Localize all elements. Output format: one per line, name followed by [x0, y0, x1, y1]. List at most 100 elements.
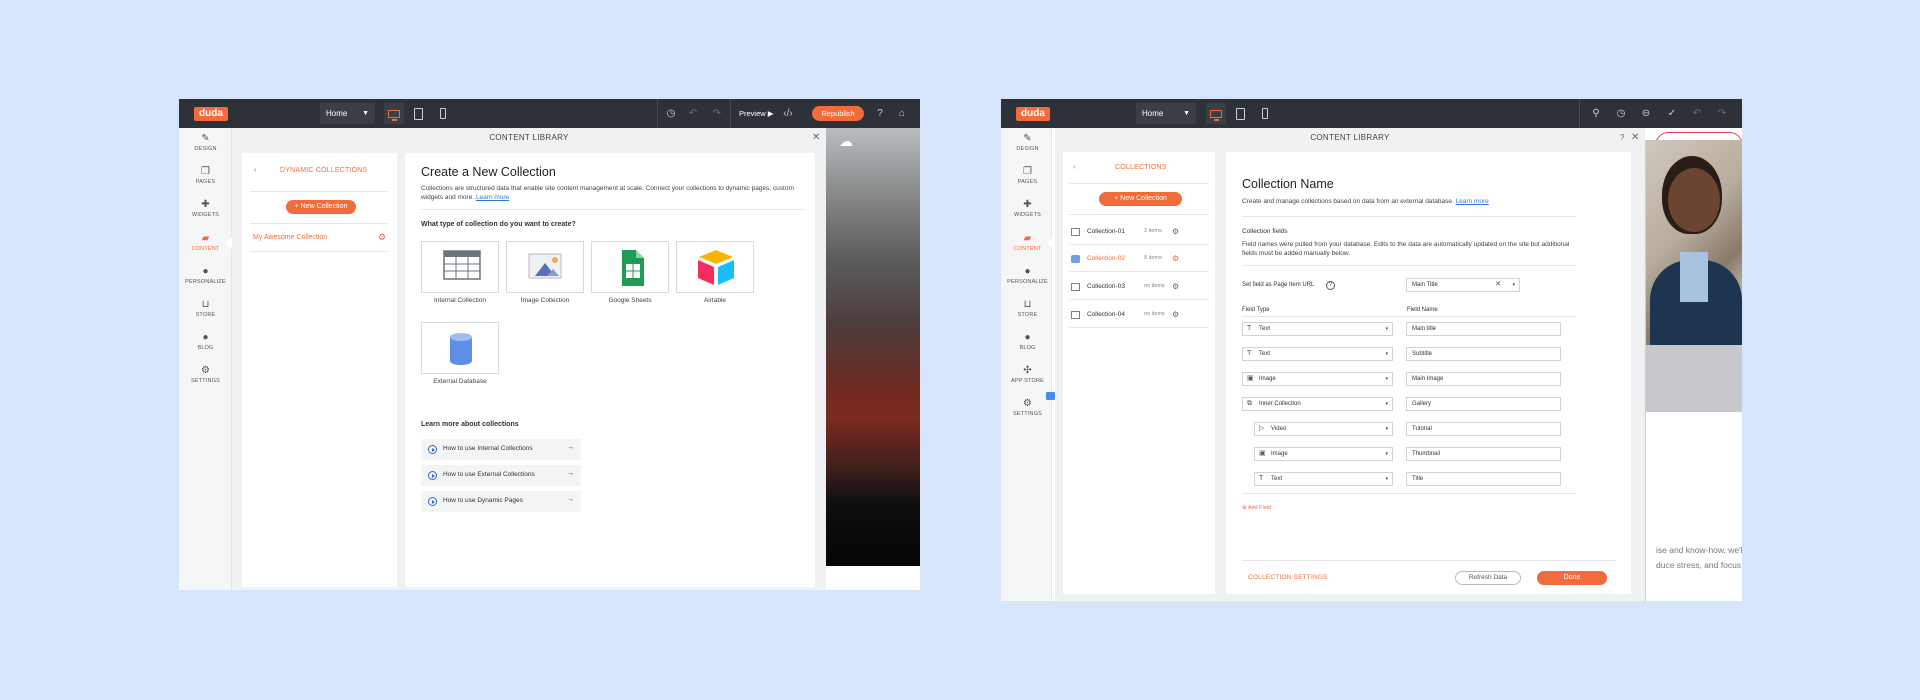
- undo-icon[interactable]: ↶: [682, 103, 704, 124]
- nav-design[interactable]: ✎ DESIGN: [179, 132, 232, 162]
- inner-field-type-select[interactable]: T Text ▾: [1254, 472, 1393, 486]
- refresh-data-button[interactable]: Refresh Data: [1455, 571, 1521, 585]
- gear-icon[interactable]: ⚙: [1172, 254, 1179, 263]
- nav-pages[interactable]: ❐ PAGES: [179, 165, 232, 195]
- plus-circle-icon: ⊕: [1242, 505, 1247, 511]
- clear-icon[interactable]: ✕: [1495, 279, 1501, 291]
- field-type-select[interactable]: T Text ▾: [1242, 322, 1393, 336]
- history-icon[interactable]: ◷: [660, 103, 682, 124]
- nav-label: WIDGETS: [191, 212, 220, 218]
- collection-row[interactable]: Collection-03 no items ⚙: [1071, 282, 1181, 294]
- text-type-icon: T: [1247, 325, 1252, 332]
- desktop-view-button[interactable]: [1206, 103, 1226, 124]
- redo-icon[interactable]: ↷: [706, 103, 728, 124]
- preview-button[interactable]: Preview ▶: [739, 103, 774, 124]
- card-label: Google Sheets: [608, 297, 652, 304]
- check-icon[interactable]: ✓: [1661, 103, 1683, 124]
- field-type-select[interactable]: ▣ Image ▾: [1242, 372, 1393, 386]
- page-url-select[interactable]: Main Title ✕ ▾: [1406, 278, 1520, 292]
- code-icon[interactable]: ‹/›: [777, 103, 799, 124]
- page-selector[interactable]: Home ▼: [1136, 103, 1196, 124]
- search-icon[interactable]: ⚲: [1585, 103, 1607, 124]
- folder-icon: ▰: [201, 233, 210, 244]
- republish-button[interactable]: Republish: [812, 106, 864, 121]
- home-icon[interactable]: ⌂: [891, 103, 913, 124]
- close-icon[interactable]: ✕: [1631, 133, 1639, 143]
- collection-item[interactable]: My Awesome Collection: [253, 234, 327, 241]
- collection-row[interactable]: Collection-01 2 items ⚙: [1071, 227, 1181, 239]
- inner-field-type-select[interactable]: ▣ Image ▾: [1254, 447, 1393, 461]
- collection-settings-link[interactable]: COLLECTION SETTINGS: [1248, 574, 1328, 581]
- image-collection-card[interactable]: [506, 241, 584, 293]
- tablet-view-button[interactable]: [1231, 103, 1251, 124]
- zoom-out-icon[interactable]: ⊖: [1635, 103, 1657, 124]
- field-name-input[interactable]: Gallery: [1406, 397, 1561, 411]
- gear-icon[interactable]: ⚙: [1172, 282, 1179, 291]
- field-type-value: Image: [1271, 451, 1288, 457]
- external-database-card[interactable]: [421, 322, 499, 374]
- collection-row[interactable]: Collection-04 no items ⚙: [1071, 310, 1181, 322]
- tablet-view-button[interactable]: [409, 103, 429, 124]
- field-name-input[interactable]: Title: [1406, 472, 1561, 486]
- field-name-input[interactable]: Subtitle: [1406, 347, 1561, 361]
- nav-personalize[interactable]: ● PERSONALIZE: [179, 265, 232, 295]
- nav-widgets[interactable]: ✚ WIDGETS: [179, 198, 232, 228]
- add-field-button[interactable]: ⊕ Add Field: [1242, 505, 1271, 511]
- nav-personalize[interactable]: ● PERSONALIZE: [1001, 265, 1054, 295]
- gear-icon[interactable]: ⚙: [1172, 310, 1179, 319]
- gear-icon[interactable]: ⚙: [1172, 227, 1179, 236]
- mobile-view-button[interactable]: [1255, 103, 1275, 124]
- back-arrow-icon[interactable]: ‹: [1073, 162, 1076, 171]
- field-name-input[interactable]: Tutorial: [1406, 422, 1561, 436]
- nav-store[interactable]: ⊔ STORE: [1001, 298, 1054, 328]
- nav-store[interactable]: ⊔ STORE: [179, 298, 232, 328]
- done-button[interactable]: Done: [1537, 571, 1607, 585]
- google-sheets-card[interactable]: [591, 241, 669, 293]
- close-icon[interactable]: ✕: [812, 133, 820, 143]
- nav-settings[interactable]: ⚙ SETTINGS: [1001, 397, 1054, 427]
- chevron-down-icon: ▾: [1385, 376, 1388, 382]
- help-icon[interactable]: ?: [869, 103, 891, 124]
- field-type-select[interactable]: T Text ▾: [1242, 347, 1393, 361]
- nav-design[interactable]: ✎ DESIGN: [1001, 132, 1054, 162]
- history-icon[interactable]: ◷: [1610, 103, 1632, 124]
- nav-label: DESIGN: [1016, 146, 1039, 152]
- learn-more-link[interactable]: Learn more: [1456, 198, 1489, 205]
- nav-settings[interactable]: ⚙ SETTINGS: [179, 364, 232, 394]
- collection-row-active[interactable]: Collection-02 8 items ⚙: [1071, 254, 1181, 266]
- code-icon[interactable]: ‹/: [1734, 103, 1743, 124]
- back-arrow-icon[interactable]: ‹: [254, 165, 257, 174]
- help-icon[interactable]: ?: [1620, 133, 1624, 143]
- nav-app-store[interactable]: ✣ APP STORE: [1001, 364, 1054, 394]
- nav-widgets[interactable]: ✚ WIDGETS: [1001, 198, 1054, 228]
- nav-blog[interactable]: ● BLOG: [179, 331, 232, 361]
- nav-blog[interactable]: ● BLOG: [1001, 331, 1054, 361]
- table-icon: [1071, 311, 1080, 319]
- page-url-value: Main Title: [1412, 282, 1438, 288]
- internal-collection-card[interactable]: [421, 241, 499, 293]
- redo-icon[interactable]: ↷: [1711, 103, 1733, 124]
- undo-icon[interactable]: ↶: [1686, 103, 1708, 124]
- field-name-input[interactable]: Main title: [1406, 322, 1561, 336]
- page-selector[interactable]: Home ▼: [320, 103, 375, 124]
- inner-field-type-select[interactable]: ▷ Video ▾: [1254, 422, 1393, 436]
- howto-external-collections[interactable]: How to use External Collections →: [421, 465, 581, 486]
- nav-label: WIDGETS: [1013, 212, 1042, 218]
- field-type-select[interactable]: ⧉ Inner Colleciton ▾: [1242, 397, 1393, 411]
- desktop-view-button[interactable]: [384, 103, 404, 124]
- left-nav: ✎ DESIGN ❐ PAGES ✚ WIDGETS ▰ CONTENT ● PERSON…: [179, 128, 232, 590]
- nav-content[interactable]: ▰ CONTENT: [179, 232, 232, 262]
- howto-internal-collections[interactable]: How to use Internal Collections →: [421, 439, 581, 460]
- play-circle-icon: [428, 445, 437, 454]
- howto-dynamic-pages[interactable]: How to use Dynamic Pages →: [421, 491, 581, 512]
- learn-more-link[interactable]: Learn more: [476, 194, 509, 201]
- field-name-input[interactable]: Thumbnail: [1406, 447, 1561, 461]
- nav-pages[interactable]: ❐ PAGES: [1001, 165, 1054, 195]
- mobile-view-button[interactable]: [433, 103, 453, 124]
- new-collection-button[interactable]: + New Collection: [1099, 192, 1182, 206]
- airtable-card[interactable]: [676, 241, 754, 293]
- field-name-input[interactable]: Main Image: [1406, 372, 1561, 386]
- help-circle-icon[interactable]: ?: [1326, 281, 1335, 290]
- gear-icon[interactable]: ⚙: [378, 233, 386, 242]
- new-collection-button[interactable]: + New Collection: [286, 200, 356, 214]
